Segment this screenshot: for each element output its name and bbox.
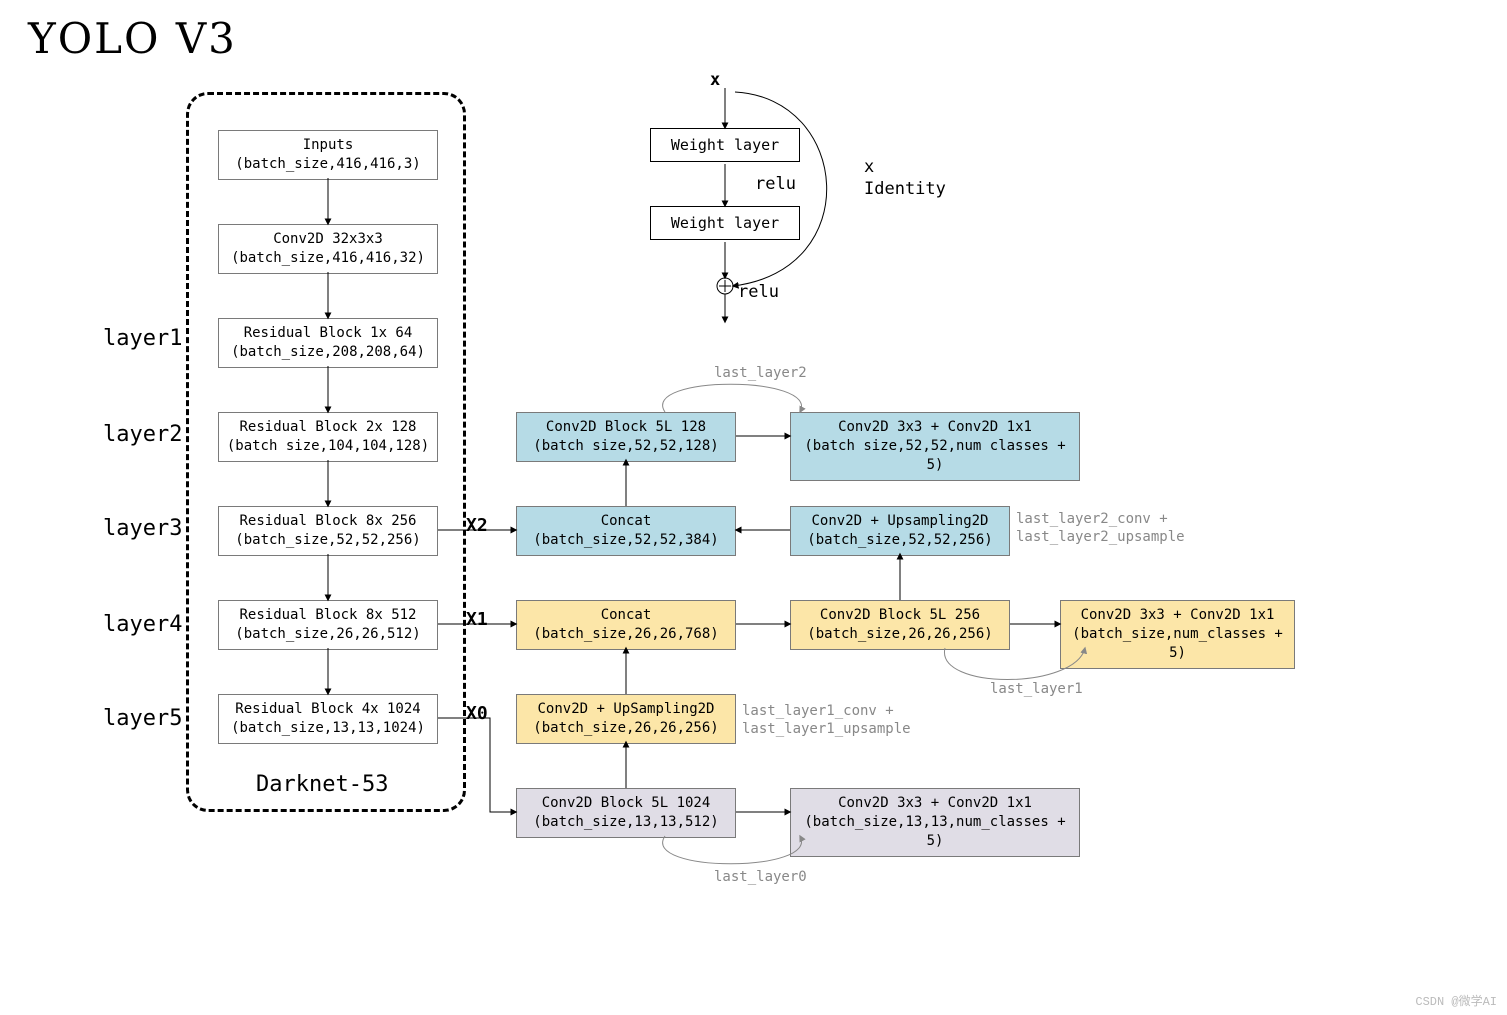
conv5l-128-title: Conv2D Block 5L 128	[546, 419, 706, 435]
weight-layer2: Weight layer	[650, 206, 800, 240]
out52-node: Conv2D 3x3 + Conv2D 1x1 (batch size,52,52…	[790, 412, 1080, 481]
res1-node: Residual Block 1x 64 (batch_size,208,208,…	[218, 318, 438, 368]
conv5l-128-shape: (batch size,52,52,128)	[533, 438, 718, 454]
relu1-label: relu	[755, 174, 796, 194]
res4-title: Residual Block 8x 512	[239, 607, 416, 623]
weight-layer1: Weight layer	[650, 128, 800, 162]
conv0-shape: (batch_size,416,416,32)	[231, 250, 425, 266]
last-layer2-annot: last_layer2	[714, 364, 807, 382]
up52-shape: (batch_size,52,52,256)	[807, 532, 992, 548]
conv5l-1024-node: Conv2D Block 5L 1024 (batch_size,13,13,51…	[516, 788, 736, 838]
last-layer2-conv-annot: last_layer2_conv + last_layer2_upsample	[1016, 510, 1185, 546]
last-layer0-annot: last_layer0	[714, 868, 807, 886]
inputs-node: Inputs (batch_size,416,416,3)	[218, 130, 438, 180]
layer4-label: layer4	[103, 612, 182, 637]
res5-shape: (batch_size,13,13,1024)	[231, 720, 425, 736]
res2-node: Residual Block 2x 128 (batch size,104,104…	[218, 412, 438, 462]
x-identity-label: x Identity	[864, 156, 946, 200]
conv5l-128-node: Conv2D Block 5L 128 (batch size,52,52,128…	[516, 412, 736, 462]
residual-inset: x Weight layer relu Weight layer relu x …	[640, 70, 1070, 330]
res2-title: Residual Block 2x 128	[239, 419, 416, 435]
res1-shape: (batch_size,208,208,64)	[231, 344, 425, 360]
out26-node: Conv2D 3x3 + Conv2D 1x1 (batch_size,num_c…	[1060, 600, 1295, 669]
out52-title: Conv2D 3x3 + Conv2D 1x1	[838, 419, 1032, 435]
conv5l-1024-shape: (batch_size,13,13,512)	[533, 814, 718, 830]
concat52-node: Concat (batch_size,52,52,384)	[516, 506, 736, 556]
res3-title: Residual Block 8x 256	[239, 513, 416, 529]
layer5-label: layer5	[103, 706, 182, 731]
conv5l-256-shape: (batch_size,26,26,256)	[807, 626, 992, 642]
x2-tag: X2	[466, 515, 488, 536]
res5-title: Residual Block 4x 1024	[235, 701, 420, 717]
out13-title: Conv2D 3x3 + Conv2D 1x1	[838, 795, 1032, 811]
concat52-title: Concat	[601, 513, 652, 529]
res1-title: Residual Block 1x 64	[244, 325, 413, 341]
up26-node: Conv2D + UpSampling2D (batch_size,26,26,2…	[516, 694, 736, 744]
concat26-title: Concat	[601, 607, 652, 623]
out26-shape: (batch_size,num_classes + 5)	[1072, 626, 1283, 661]
conv0-title: Conv2D 32x3x3	[273, 231, 383, 247]
up52-title: Conv2D + Upsampling2D	[811, 513, 988, 529]
residual-x-label: x	[710, 70, 720, 90]
up26-shape: (batch_size,26,26,256)	[533, 720, 718, 736]
last-layer1-annot: last_layer1	[990, 680, 1083, 698]
layer1-label: layer1	[103, 326, 182, 351]
res4-shape: (batch_size,26,26,512)	[235, 626, 420, 642]
darknet53-label: Darknet-53	[256, 772, 388, 797]
concat26-node: Concat (batch_size,26,26,768)	[516, 600, 736, 650]
res2-shape: (batch size,104,104,128)	[227, 438, 429, 454]
last-layer1-conv-annot: last_layer1_conv + last_layer1_upsample	[742, 702, 911, 738]
res5-node: Residual Block 4x 1024 (batch_size,13,13,…	[218, 694, 438, 744]
x1-tag: X1	[466, 609, 488, 630]
up52-node: Conv2D + Upsampling2D (batch_size,52,52,2…	[790, 506, 1010, 556]
out13-shape: (batch_size,13,13,num_classes + 5)	[804, 814, 1065, 849]
watermark: CSDN @微学AI	[1415, 992, 1497, 1009]
conv0-node: Conv2D 32x3x3 (batch_size,416,416,32)	[218, 224, 438, 274]
out26-title: Conv2D 3x3 + Conv2D 1x1	[1081, 607, 1275, 623]
inputs-title: Inputs	[303, 137, 354, 153]
conv5l-1024-title: Conv2D Block 5L 1024	[542, 795, 711, 811]
layer3-label: layer3	[103, 516, 182, 541]
x0-tag: X0	[466, 703, 488, 724]
conv5l-256-node: Conv2D Block 5L 256 (batch_size,26,26,256…	[790, 600, 1010, 650]
relu2-label: relu	[738, 282, 779, 302]
up26-title: Conv2D + UpSampling2D	[537, 701, 714, 717]
concat26-shape: (batch_size,26,26,768)	[533, 626, 718, 642]
out13-node: Conv2D 3x3 + Conv2D 1x1 (batch_size,13,13…	[790, 788, 1080, 857]
concat52-shape: (batch_size,52,52,384)	[533, 532, 718, 548]
diagram-title: YOLO V3	[28, 14, 237, 63]
res4-node: Residual Block 8x 512 (batch_size,26,26,5…	[218, 600, 438, 650]
layer2-label: layer2	[103, 422, 182, 447]
res3-shape: (batch_size,52,52,256)	[235, 532, 420, 548]
inputs-shape: (batch_size,416,416,3)	[235, 156, 420, 172]
conv5l-256-title: Conv2D Block 5L 256	[820, 607, 980, 623]
res3-node: Residual Block 8x 256 (batch_size,52,52,2…	[218, 506, 438, 556]
out52-shape: (batch size,52,52,num classes + 5)	[804, 438, 1065, 473]
